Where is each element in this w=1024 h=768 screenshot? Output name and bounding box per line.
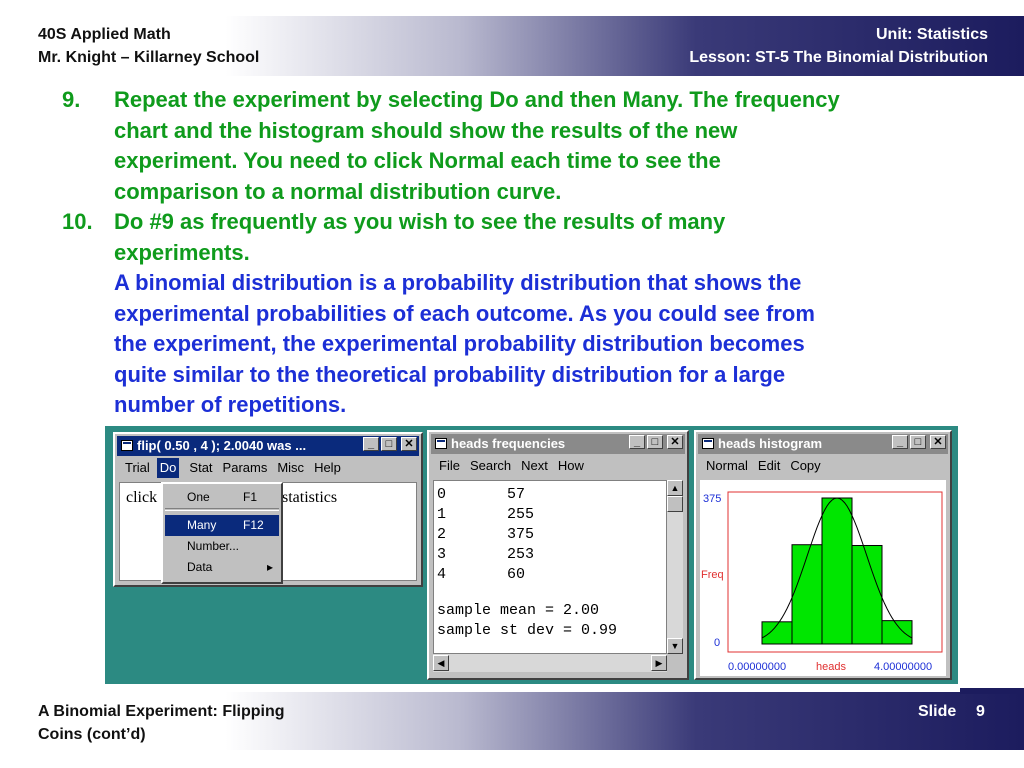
frequency-row: 0 57 [437,486,526,503]
step-line: experiment. You need to click Normal eac… [114,148,721,173]
menu-next[interactable]: Next [521,456,548,476]
frequencies-text-area: 0 57 1 255 2 375 3 253 4 60 sample mean = 2.0… [433,480,667,654]
window-icon [435,438,447,449]
client-text-statistics: statistics [282,489,338,506]
footer-accent [960,688,1024,694]
menu-separator [165,508,279,511]
step-line: Repeat the experiment by selecting Do an… [114,87,840,112]
y-axis-label: Freq [701,569,724,581]
sample-sd-line: sample st dev = 0.99 [437,622,618,639]
paragraph-line: experimental probabilities of each outco… [114,300,815,326]
y-max-label: 375 [703,493,721,505]
step-line: chart and the histogram should show the … [114,117,738,143]
histogram-window-title-text: heads histogram [718,436,823,451]
client-text-click: click [126,489,158,506]
histogram-bar [851,544,883,645]
minimize-button[interactable]: _ [629,435,645,449]
minimize-button[interactable]: _ [363,437,379,451]
maximize-button[interactable]: □ [381,437,397,451]
menu-params[interactable]: Params [223,458,268,478]
flip-window[interactable]: flip( 0.50 , 4 ); 2.0040 was ... _ □ ✕ T… [113,432,423,587]
step-line: comparison to a normal distribution curv… [114,178,562,204]
y-min-label: 0 [714,637,720,649]
menu-search[interactable]: Search [470,456,511,476]
teacher-name: Mr. Knight – Killarney School [38,49,260,66]
flip-window-title-text: flip( 0.50 , 4 ); 2.0040 was ... [137,438,307,453]
scroll-left-icon[interactable]: ◀ [433,655,449,671]
frequencies-window-title-text: heads frequencies [451,436,566,451]
slide-title-line1: A Binomial Experiment: Flipping [38,703,285,720]
histogram-area: 375 Freq 0 0.00000000 heads 4.00000000 [700,480,946,676]
x-max-label: 4.00000000 [874,661,932,673]
menu-file[interactable]: File [439,456,460,476]
slide-number: 9 [976,703,985,720]
menu-how[interactable]: How [558,456,584,476]
vertical-scrollbar[interactable]: ▲ ▼ [667,480,683,654]
scroll-thumb[interactable] [667,496,683,512]
slide-label: Slide [918,703,957,720]
x-axis-label: heads [816,661,846,673]
frequencies-menubar: File Search Next How [431,456,685,476]
paragraph-line: A binomial distribution is a probability… [114,270,802,295]
menu-stat[interactable]: Stat [189,458,212,478]
sample-mean-line: sample mean = 2.00 [437,602,600,619]
menu-copy[interactable]: Copy [790,456,820,476]
menu-do[interactable]: Do [156,458,180,478]
window-icon [121,440,133,451]
menu-item-number[interactable]: Number... [165,536,279,557]
maximize-button[interactable]: □ [910,435,926,449]
paragraph-line: quite similar to the theoretical probabi… [114,361,786,387]
lesson-title: Lesson: ST-5 The Binomial Distribution [689,49,988,66]
course-title: 40S Applied Math [38,26,171,43]
menu-help[interactable]: Help [314,458,341,478]
close-button[interactable]: ✕ [930,435,946,449]
submenu-arrow-icon: ▸ [266,560,273,574]
menu-item-data[interactable]: Data ▸ [165,557,279,578]
scroll-right-icon[interactable]: ▶ [651,655,667,671]
step-line: Do #9 as frequently as you wish to see t… [114,209,726,234]
maximize-button[interactable]: □ [647,435,663,449]
unit-title: Unit: Statistics [875,26,988,43]
step-10: 10. Do #9 as frequently as you wish to s… [62,207,962,269]
histogram-menubar: Normal Edit Copy [698,456,948,476]
scroll-down-icon[interactable]: ▼ [667,638,683,654]
definition-paragraph: A binomial distribution is a probability… [62,268,962,423]
histogram-chart: 375 Freq 0 0.00000000 heads 4.00000000 [700,480,946,676]
scroll-up-icon[interactable]: ▲ [667,480,683,496]
histogram-bar [881,620,913,645]
horizontal-scrollbar[interactable]: ◀ ▶ [433,654,667,672]
menu-trial[interactable]: Trial [125,458,150,478]
close-button[interactable]: ✕ [667,435,683,449]
do-menu-dropdown: One F1 Many F12 Number... Data ▸ [161,482,283,584]
histogram-bar [821,497,853,645]
paragraph-line: number of repetitions. [114,392,347,417]
step-number: 10. [62,209,93,234]
software-screenshot: flip( 0.50 , 4 ); 2.0040 was ... _ □ ✕ T… [105,426,958,684]
menu-item-many[interactable]: Many F12 [165,515,279,536]
menu-misc[interactable]: Misc [277,458,304,478]
frequencies-window[interactable]: heads frequencies _ □ ✕ File Search Next Ho… [427,430,689,680]
minimize-button[interactable]: _ [892,435,908,449]
close-button[interactable]: ✕ [401,437,417,451]
slide-title-line2: Coins (cont’d) [38,726,146,743]
x-min-label: 0.00000000 [728,661,786,673]
step-number: 9. [62,87,81,112]
frequency-row: 3 253 [437,546,535,563]
menu-edit[interactable]: Edit [758,456,780,476]
flip-menubar: Trial Do Stat Params Misc Help [117,458,419,478]
histogram-window[interactable]: heads histogram _ □ ✕ Normal Edit Copy 375… [694,430,952,680]
menu-normal[interactable]: Normal [706,456,748,476]
step-9: 9. Repeat the experiment by selecting Do… [62,85,962,209]
step-line: experiments. [114,239,250,265]
histogram-bar [791,544,823,645]
window-icon [702,438,714,449]
frequency-row: 2 375 [437,526,535,543]
menu-item-one[interactable]: One F1 [165,487,279,508]
frequency-row: 1 255 [437,506,535,523]
frequency-row: 4 60 [437,566,526,583]
paragraph-line: the experiment, the experimental probabi… [114,331,805,356]
